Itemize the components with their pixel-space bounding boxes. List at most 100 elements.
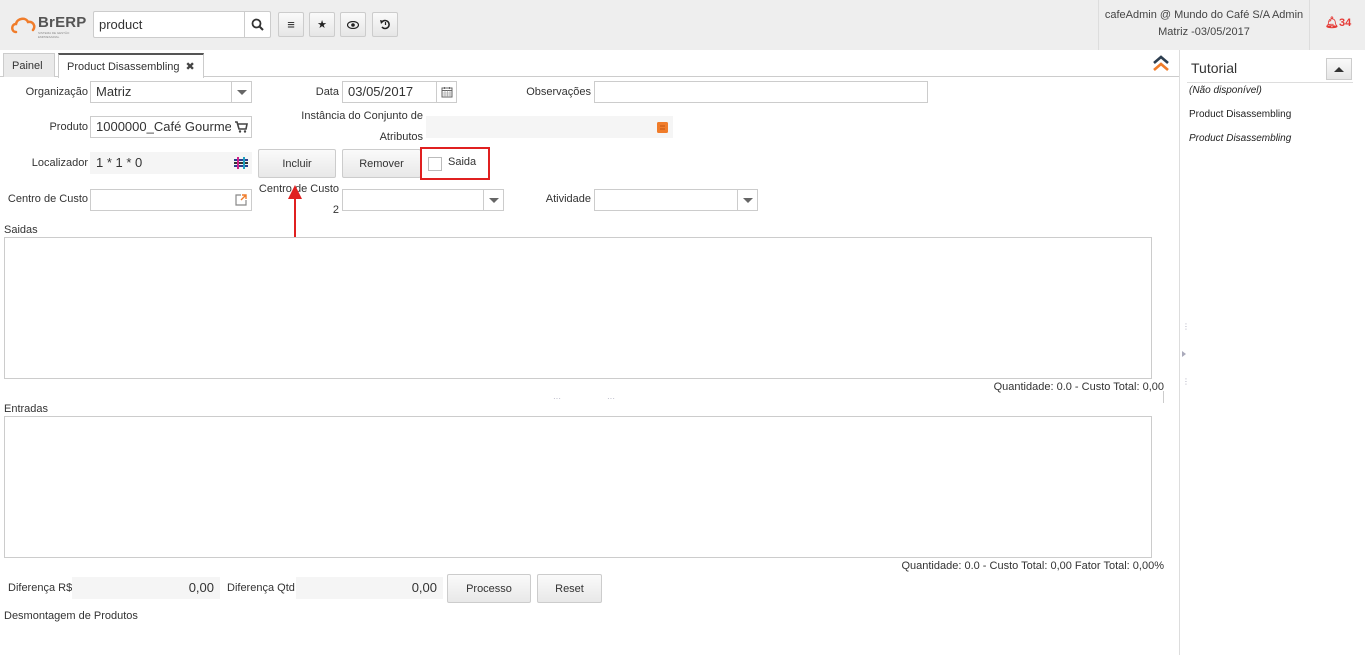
tutorial-divider (1187, 82, 1353, 83)
tutorial-not-available: (Não disponível) (1189, 85, 1262, 96)
recent-views-button[interactable] (340, 12, 366, 37)
locator-icon (234, 157, 248, 169)
produto-value: 1000000_Café Gourmet (96, 119, 236, 134)
logo-subtitle: SISTEMA DE GESTÃO EMPRESARIAL (38, 31, 70, 39)
diferenca-qtd-value: 0,00 (411, 580, 437, 595)
saida-highlight: Saida (420, 147, 490, 180)
attribute-set-icon (656, 121, 668, 133)
calendar-icon (441, 87, 452, 98)
user-context: cafeAdmin @ Mundo do Café S/A Admin (1104, 9, 1304, 21)
localizador-field[interactable]: 1 * 1 * 0 (90, 152, 252, 174)
data-value: 03/05/2017 (348, 84, 414, 99)
chevron-up-icon (1334, 66, 1344, 72)
organizacao-select[interactable]: Matriz (90, 81, 252, 103)
incluir-button[interactable]: Incluir (258, 149, 336, 178)
search-button[interactable] (244, 12, 270, 37)
menu-icon: ≡ (287, 17, 295, 32)
entradas-grid[interactable] (4, 416, 1152, 558)
eye-icon (347, 20, 359, 29)
instancia-label-line1: Instância do Conjunto de (301, 110, 423, 122)
atividade-label: Atividade (545, 193, 591, 205)
organizacao-dropdown[interactable] (231, 82, 251, 102)
window-tabs: Painel Product Disassembling ✖ (0, 50, 1179, 78)
calendar-button[interactable] (436, 82, 456, 102)
expand-right-icon[interactable] (1182, 351, 1186, 357)
grid-resize-marker (1163, 391, 1164, 403)
search-input[interactable] (94, 12, 245, 37)
entradas-summary: Quantidade: 0.0 - Custo Total: 0,00 Fato… (901, 560, 1164, 572)
bell-icon: 🔔︎ (1325, 17, 1339, 29)
atividade-select[interactable] (594, 189, 758, 211)
centro-custo2-select[interactable] (342, 189, 504, 211)
tutorial-heading: Product Disassembling (1189, 109, 1292, 120)
tutorial-description: Product Disassembling (1189, 133, 1292, 144)
diferenca-rs-label: Diferença R$ (8, 582, 73, 594)
centro-custo2-dropdown[interactable] (483, 190, 503, 210)
produto-label: Produto (49, 121, 88, 133)
menu-button[interactable]: ≡ (278, 12, 304, 37)
notifications[interactable]: 🔔︎34 (1325, 16, 1351, 29)
logo-text: BrERP (38, 14, 87, 31)
splitter-grip-icon[interactable]: ⋮ (1182, 378, 1190, 386)
instancia-button[interactable] (652, 117, 672, 137)
tutorial-title: Tutorial (1191, 60, 1238, 76)
header-bar: BrERP SISTEMA DE GESTÃO EMPRESARIAL ≡ ★ … (0, 0, 1365, 50)
centro-custo-search[interactable] (90, 189, 252, 211)
chevron-down-icon (236, 89, 247, 95)
saidas-grid[interactable] (4, 237, 1152, 379)
observacoes-input[interactable] (594, 81, 928, 103)
remover-button[interactable]: Remover (342, 149, 421, 178)
data-datebox[interactable]: 03/05/2017 (342, 81, 457, 103)
saida-checkbox[interactable] (428, 157, 442, 171)
splitter-handle-icon[interactable]: ··· (553, 394, 561, 403)
brerp-logo[interactable]: BrERP SISTEMA DE GESTÃO EMPRESARIAL (10, 12, 86, 39)
chevron-down-icon (742, 197, 753, 203)
splitter-handle-icon[interactable]: ··· (607, 394, 615, 403)
cart-icon (235, 121, 248, 133)
saidas-title: Saidas (4, 224, 38, 236)
chevron-down-icon (488, 197, 499, 203)
notification-count: 34 (1338, 17, 1352, 29)
tab-painel[interactable]: Painel (3, 53, 55, 77)
centro-custo-lookup[interactable] (231, 190, 251, 210)
east-splitter[interactable] (1179, 50, 1180, 655)
star-icon: ★ (317, 19, 327, 31)
instancia-label-line2: Atributos (379, 131, 423, 143)
user-info[interactable]: cafeAdmin @ Mundo do Café S/A Admin Matr… (1098, 0, 1310, 50)
organizacao-value: Matriz (96, 84, 132, 99)
open-external-icon (235, 194, 247, 206)
diferenca-qtd-label: Diferença Qtd (227, 582, 295, 594)
produto-search[interactable]: 1000000_Café Gourmet (90, 116, 252, 138)
cloud-logo-icon (11, 17, 36, 34)
instancia-field[interactable] (426, 116, 673, 138)
atividade-dropdown[interactable] (737, 190, 757, 210)
diferenca-rs-value: 0,00 (188, 580, 214, 595)
reset-button[interactable]: Reset (537, 574, 602, 603)
history-button[interactable] (372, 12, 398, 37)
data-label: Data (315, 86, 339, 98)
entradas-title: Entradas (4, 403, 49, 415)
saida-label[interactable]: Saida (448, 156, 476, 168)
org-date: Matriz -03/05/2017 (1158, 26, 1250, 38)
close-icon[interactable]: ✖ (186, 60, 195, 73)
processo-button[interactable]: Processo (447, 574, 531, 603)
tab-label: Painel (12, 59, 43, 72)
tab-label: Product Disassembling (67, 60, 180, 73)
favourites-button[interactable]: ★ (309, 12, 335, 37)
tab-product-disassembling[interactable]: Product Disassembling ✖ (58, 53, 204, 78)
centro-custo-label: Centro de Custo (7, 193, 88, 205)
produto-lookup-button[interactable] (231, 117, 251, 137)
window-description: Desmontagem de Produtos (4, 610, 138, 622)
search-icon (251, 18, 264, 31)
history-icon (379, 19, 390, 30)
collapse-up-icon[interactable] (1149, 53, 1173, 75)
saidas-summary: Quantidade: 0.0 - Custo Total: 0,00 (993, 381, 1164, 393)
observacoes-label: Observações (526, 86, 591, 98)
splitter-grip-icon[interactable]: ⋮ (1182, 323, 1190, 331)
diferenca-qtd-field: 0,00 (296, 577, 443, 599)
localizador-button[interactable] (231, 153, 251, 173)
localizador-label: Localizador (31, 157, 88, 169)
tutorial-collapse-button[interactable] (1326, 58, 1352, 80)
localizador-value: 1 * 1 * 0 (96, 155, 143, 170)
diferenca-rs-field: 0,00 (72, 577, 220, 599)
